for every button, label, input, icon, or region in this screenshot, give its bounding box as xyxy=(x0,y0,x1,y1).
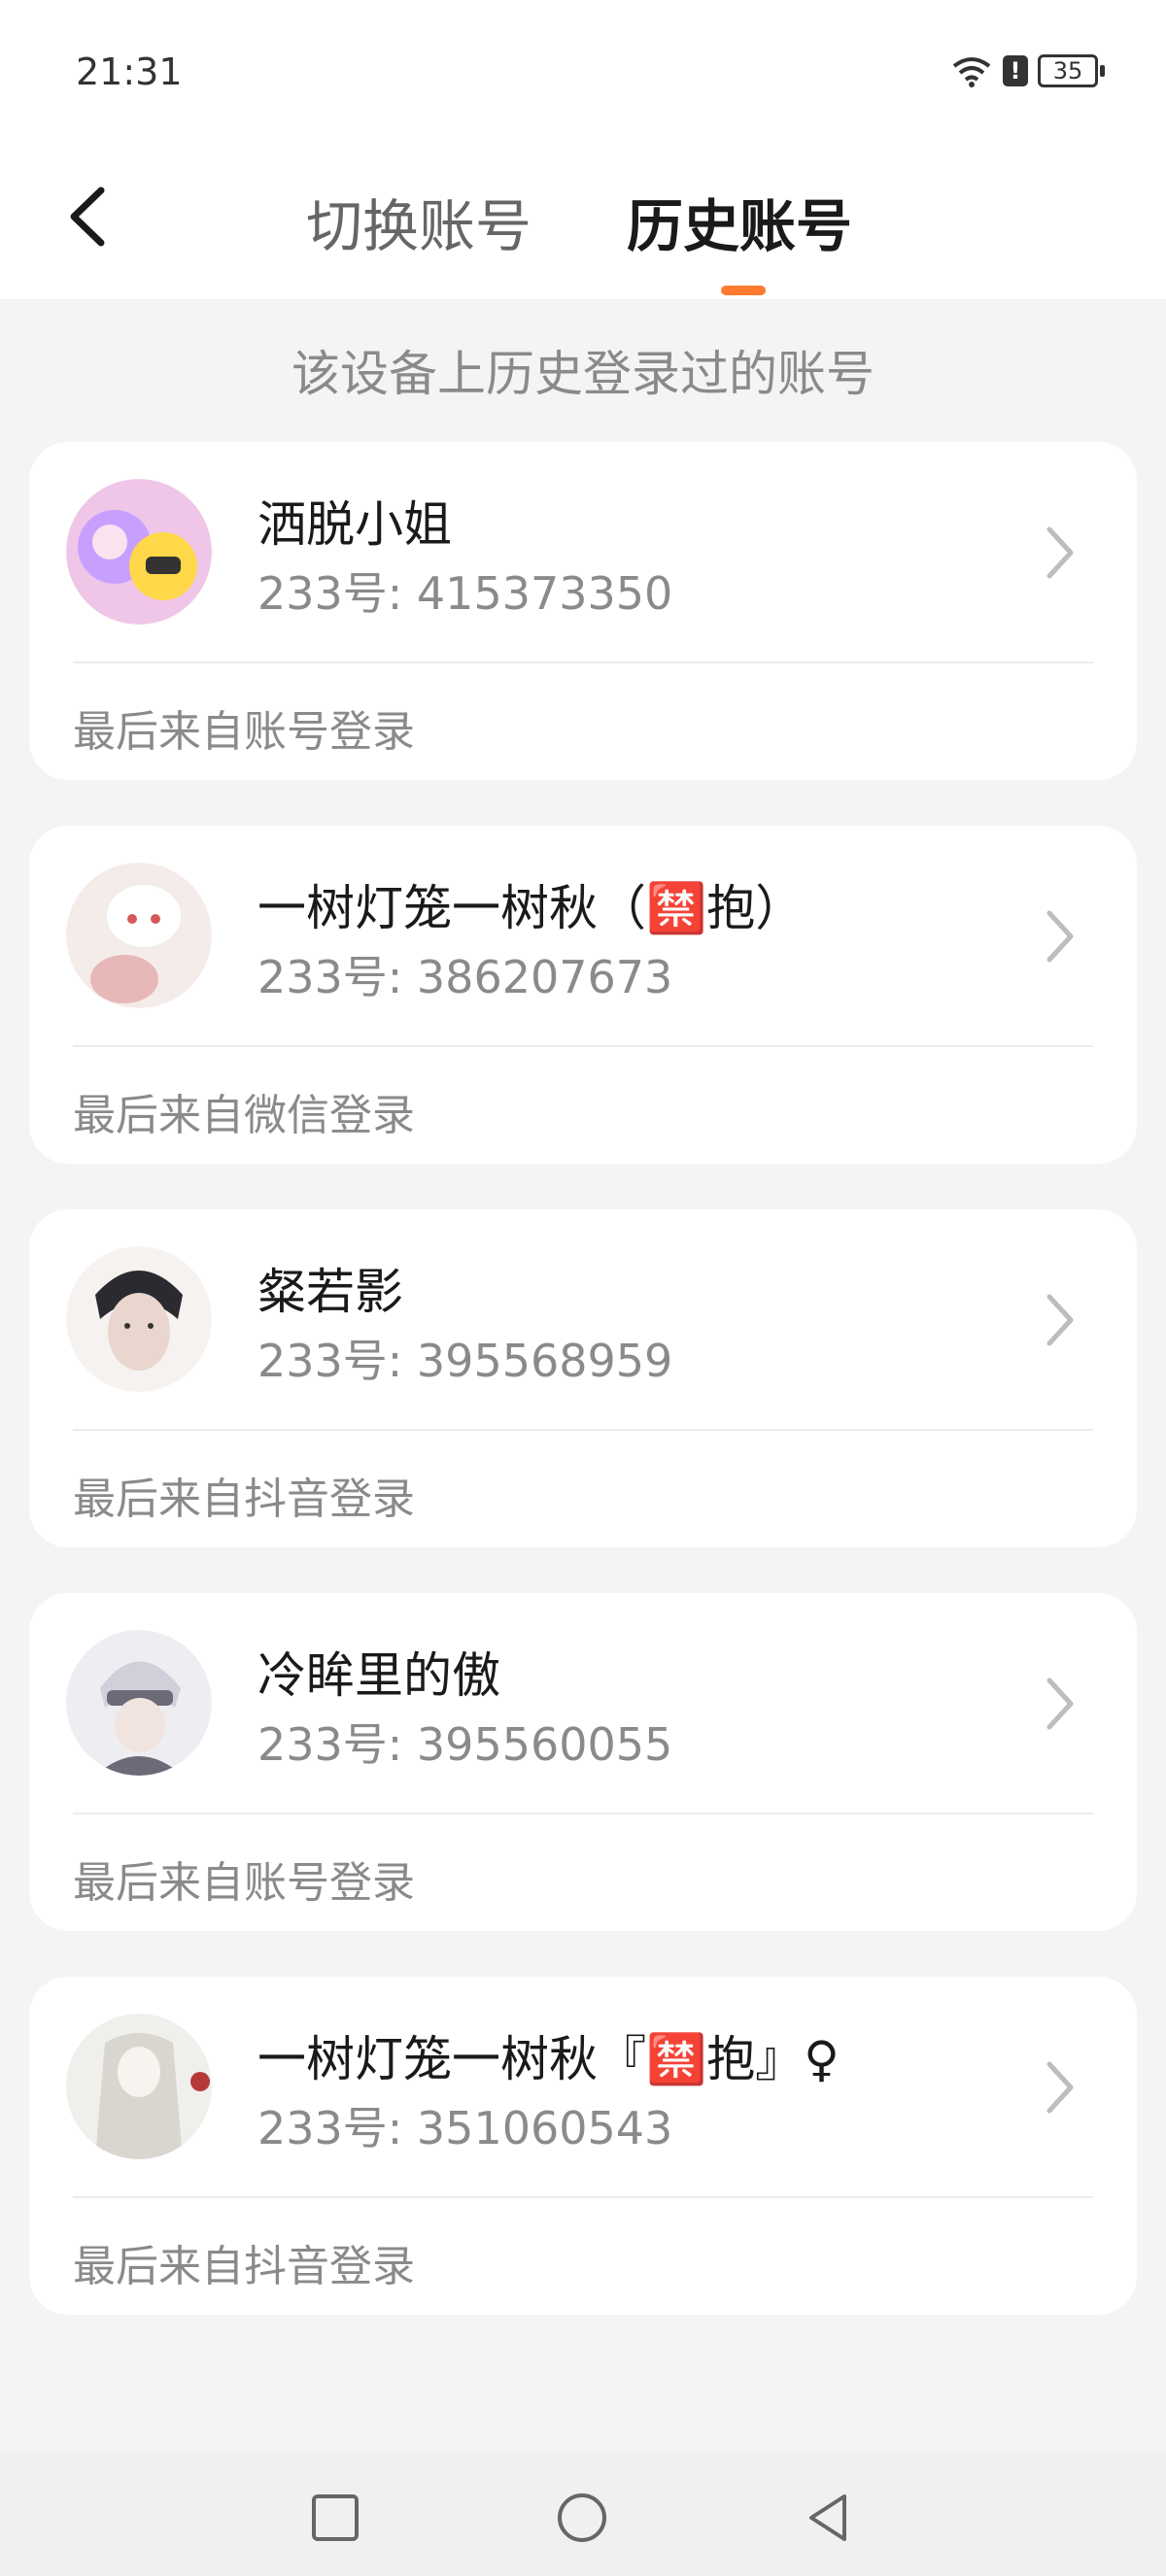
avatar xyxy=(66,479,212,625)
home-icon[interactable] xyxy=(555,2491,609,2545)
back-arrow-icon[interactable] xyxy=(58,183,117,251)
login-source: 最后来自账号登录 xyxy=(73,707,415,757)
account-name: 洒脱小姐 xyxy=(257,496,452,553)
divider xyxy=(73,661,1093,663)
chevron-right-icon xyxy=(1046,526,1074,579)
battery-icon: 35 xyxy=(1038,54,1105,87)
tab-switch-account[interactable]: 切换账号 xyxy=(306,181,532,262)
chevron-right-icon xyxy=(1046,910,1074,963)
status-time: 21:31 xyxy=(76,51,183,93)
account-name: 粲若影 xyxy=(257,1264,403,1320)
account-id: 233号: 386207673 xyxy=(257,951,673,1003)
account-card[interactable]: 一树灯笼一树秋『🈲抱』♀ 233号: 351060543 最后来自抖音登录 xyxy=(29,1977,1137,2315)
account-id: 233号: 395560055 xyxy=(257,1718,673,1771)
alert-icon: ! xyxy=(1003,55,1028,86)
tab-indicator xyxy=(721,286,766,295)
chevron-right-icon xyxy=(1046,1678,1074,1730)
account-card[interactable]: 一树灯笼一树秋（🈲抱） 233号: 386207673 最后来自微信登录 xyxy=(29,826,1137,1164)
account-card[interactable]: 冷眸里的傲 233号: 395560055 最后来自账号登录 xyxy=(29,1593,1137,1931)
divider xyxy=(73,1429,1093,1431)
account-id: 233号: 415373350 xyxy=(257,567,673,620)
login-source: 最后来自抖音登录 xyxy=(73,2242,415,2291)
avatar xyxy=(66,2014,212,2159)
account-name: 一树灯笼一树秋（🈲抱） xyxy=(257,880,805,936)
login-source: 最后来自账号登录 xyxy=(73,1858,415,1908)
status-bar: 21:31 ! 35 xyxy=(0,0,1166,146)
chevron-right-icon xyxy=(1046,2061,1074,2114)
login-source: 最后来自微信登录 xyxy=(73,1091,415,1140)
login-source: 最后来自抖音登录 xyxy=(73,1474,415,1524)
account-id: 233号: 395568959 xyxy=(257,1335,673,1387)
subtitle: 该设备上历史登录过的账号 xyxy=(292,346,874,402)
chevron-right-icon xyxy=(1046,1294,1074,1346)
divider xyxy=(73,2196,1093,2198)
recent-apps-icon[interactable] xyxy=(308,2491,362,2545)
status-icons: ! 35 xyxy=(950,54,1105,87)
avatar xyxy=(66,1246,212,1392)
header: 切换账号 历史账号 xyxy=(0,146,1166,299)
back-triangle-icon[interactable] xyxy=(802,2491,856,2545)
tab-history-account[interactable]: 历史账号 xyxy=(627,181,852,262)
wifi-icon xyxy=(952,57,991,87)
divider xyxy=(73,1813,1093,1814)
system-nav-bar xyxy=(0,2454,1166,2576)
account-id: 233号: 351060543 xyxy=(257,2102,673,2154)
account-list: 洒脱小姐 233号: 415373350 最后来自账号登录 一树灯笼一树秋（🈲抱… xyxy=(29,442,1137,2360)
divider xyxy=(73,1045,1093,1047)
avatar xyxy=(66,1630,212,1776)
account-name: 冷眸里的傲 xyxy=(257,1647,500,1704)
account-card[interactable]: 粲若影 233号: 395568959 最后来自抖音登录 xyxy=(29,1209,1137,1547)
account-card[interactable]: 洒脱小姐 233号: 415373350 最后来自账号登录 xyxy=(29,442,1137,780)
avatar xyxy=(66,863,212,1008)
account-name: 一树灯笼一树秋『🈲抱』♀ xyxy=(257,2031,840,2087)
